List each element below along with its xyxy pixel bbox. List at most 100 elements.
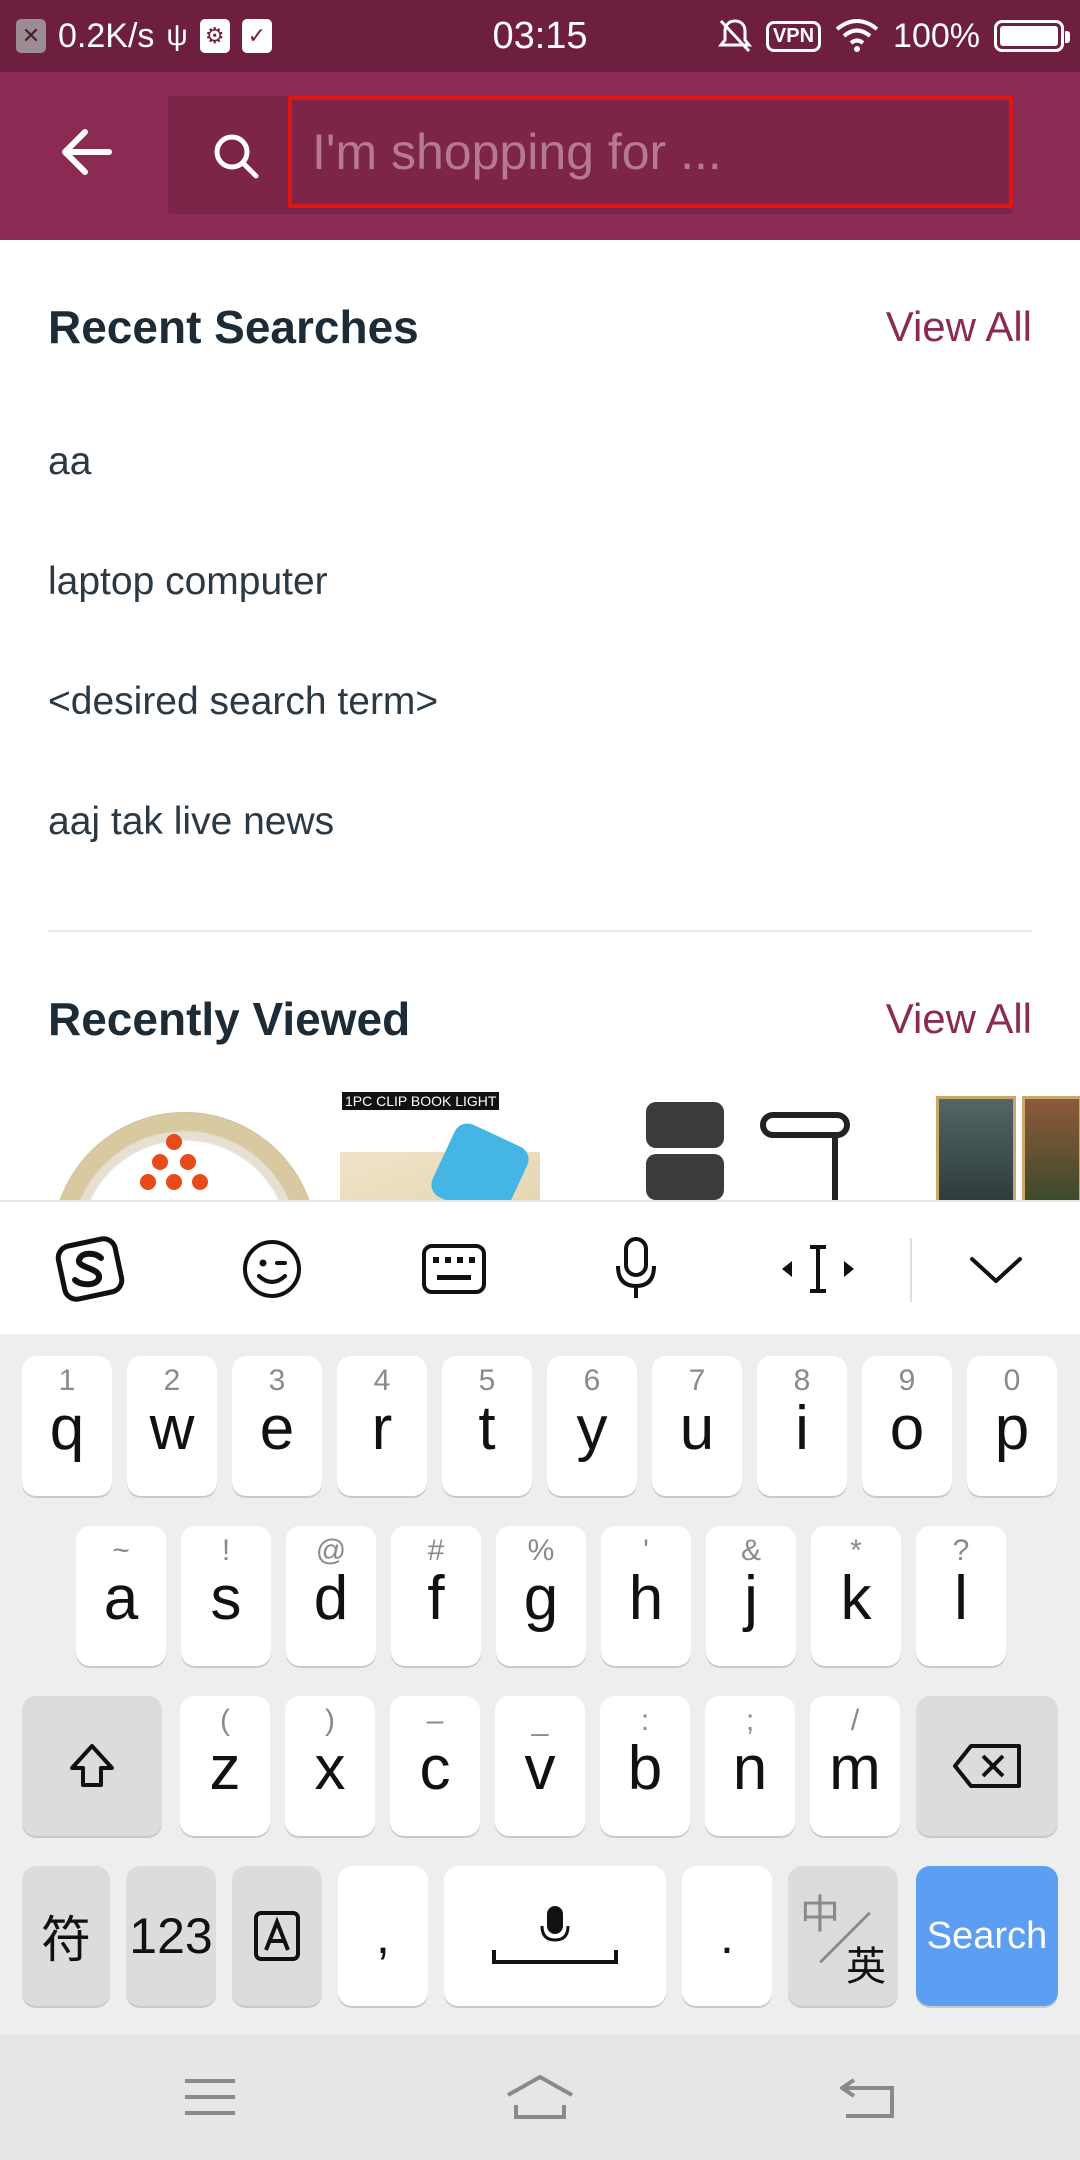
microphone-icon [616,1237,656,1298]
recent-searches-title: Recent Searches [48,301,419,353]
key-hint: 2 [163,1364,181,1397]
key-g[interactable]: % g [496,1526,586,1666]
numbers-key-label: 123 [129,1908,213,1964]
symbols-key[interactable]: 符 [22,1866,110,2006]
language-chinese-label: 中 [800,1893,840,1937]
search-key[interactable]: Search [916,1866,1058,2006]
cursor-move-button[interactable] [778,1229,858,1309]
key-hint: 3 [268,1364,286,1397]
key-f[interactable]: # f [391,1526,481,1666]
emoji-button[interactable] [232,1229,312,1309]
back-nav-button[interactable] [818,2064,918,2130]
product-thumbnail-lamp[interactable] [640,1092,870,1200]
product-thumbnail-medallion[interactable] [48,1092,318,1200]
key-label: a [103,1564,139,1633]
key-x[interactable]: ) x [285,1696,375,1836]
key-label: v [524,1734,556,1803]
comma-key[interactable]: , [338,1866,428,2006]
symbols-key-label: 符 [41,1912,91,1968]
return-icon [840,2078,894,2118]
menu-button[interactable] [160,2064,260,2130]
key-label: u [679,1394,715,1463]
space-key[interactable] [444,1866,666,2006]
search-key-label: Search [926,1914,1048,1957]
key-hint: # [427,1534,445,1567]
recent-search-item[interactable]: laptop computer [48,560,328,604]
key-v[interactable]: _ v [495,1696,585,1836]
key-i[interactable]: 8i [757,1356,847,1496]
key-w[interactable]: 2w [127,1356,217,1496]
shift-key[interactable] [22,1696,162,1836]
key-hint: ! [221,1534,231,1567]
backspace-key[interactable] [916,1696,1058,1836]
space-mic-icon [492,1906,618,1964]
home-button[interactable] [490,2064,590,2130]
bell-off-icon [717,19,752,53]
sogou-logo-button[interactable] [50,1229,130,1309]
recently-viewed-header: Recently Viewed View All [48,992,1032,1046]
key-a[interactable]: ~ a [76,1526,166,1666]
key-h[interactable]: ' h [601,1526,691,1666]
key-hint: ? [952,1534,970,1567]
key-d[interactable]: @ d [286,1526,376,1666]
recent-search-item[interactable]: aaj tak live news [48,800,334,844]
key-hint: 1 [58,1364,76,1397]
key-label: p [994,1394,1030,1463]
key-j[interactable]: & j [706,1526,796,1666]
battery-percent: 100% [893,16,980,55]
soft-keyboard: 1q2w3e4r5t6y7u8i9o0p ~ a! s @ d # f% g ' h & j * k? l … [0,1334,1080,2034]
key-label: s [210,1564,242,1633]
key-hint: ( [220,1704,230,1737]
backspace-icon [953,1744,1021,1788]
key-n[interactable]: ; n [705,1696,795,1836]
key-hint: 8 [793,1364,811,1397]
key-label: w [149,1394,195,1463]
key-m[interactable]: / m [810,1696,900,1836]
letter-a-box-icon [254,1911,300,1961]
keyboard-icon [422,1244,486,1294]
numbers-key[interactable]: 123 [126,1866,216,2006]
key-l[interactable]: ? l [916,1526,1006,1666]
recently-viewed-view-all-link[interactable]: View All [886,995,1032,1043]
key-y[interactable]: 6y [547,1356,637,1496]
keyboard-layout-button[interactable] [414,1229,494,1309]
key-label: z [209,1734,241,1803]
key-u[interactable]: 7u [652,1356,742,1496]
key-b[interactable]: :b [600,1696,690,1836]
language-switch-key[interactable]: 中 英 [788,1866,898,2006]
product-thumbnail-posters[interactable] [932,1092,1080,1200]
voice-input-button[interactable] [596,1229,676,1309]
key-q[interactable]: 1q [22,1356,112,1496]
hide-keyboard-button[interactable] [956,1229,1036,1309]
search-input[interactable] [288,96,1013,208]
key-hint: % [527,1534,555,1567]
back-button[interactable] [46,112,126,192]
comma-key-label: , [376,1908,390,1964]
recent-search-item[interactable]: <desired search term> [48,680,438,724]
key-hint: & [740,1534,761,1567]
key-label: d [313,1564,349,1633]
key-e[interactable]: 3e [232,1356,322,1496]
search-content: Recent Searches View All aa laptop compu… [0,240,1080,1200]
key-p[interactable]: 0p [967,1356,1057,1496]
period-key[interactable]: . [682,1866,772,2006]
search-icon [214,134,259,179]
recent-searches-header: Recent Searches View All [48,300,1032,354]
key-label: m [829,1734,881,1803]
toolbar-divider [910,1238,912,1302]
key-k[interactable]: * k [811,1526,901,1666]
recent-searches-view-all-link[interactable]: View All [886,303,1032,351]
keyboard-toolbar [0,1200,1080,1334]
key-o[interactable]: 9o [862,1356,952,1496]
key-hint: ) [325,1704,335,1737]
key-c[interactable]: – c [390,1696,480,1836]
key-s[interactable]: ! s [181,1526,271,1666]
shift-icon [70,1744,114,1787]
recent-search-item[interactable]: aa [48,440,91,484]
key-t[interactable]: 5t [442,1356,532,1496]
caps-mode-key[interactable] [232,1866,322,2006]
key-z[interactable]: (z [180,1696,270,1836]
key-r[interactable]: 4r [337,1356,427,1496]
period-key-label: . [720,1908,734,1964]
product-thumbnail-book-light[interactable]: 1PC CLIP BOOK LIGHT [340,1092,540,1200]
